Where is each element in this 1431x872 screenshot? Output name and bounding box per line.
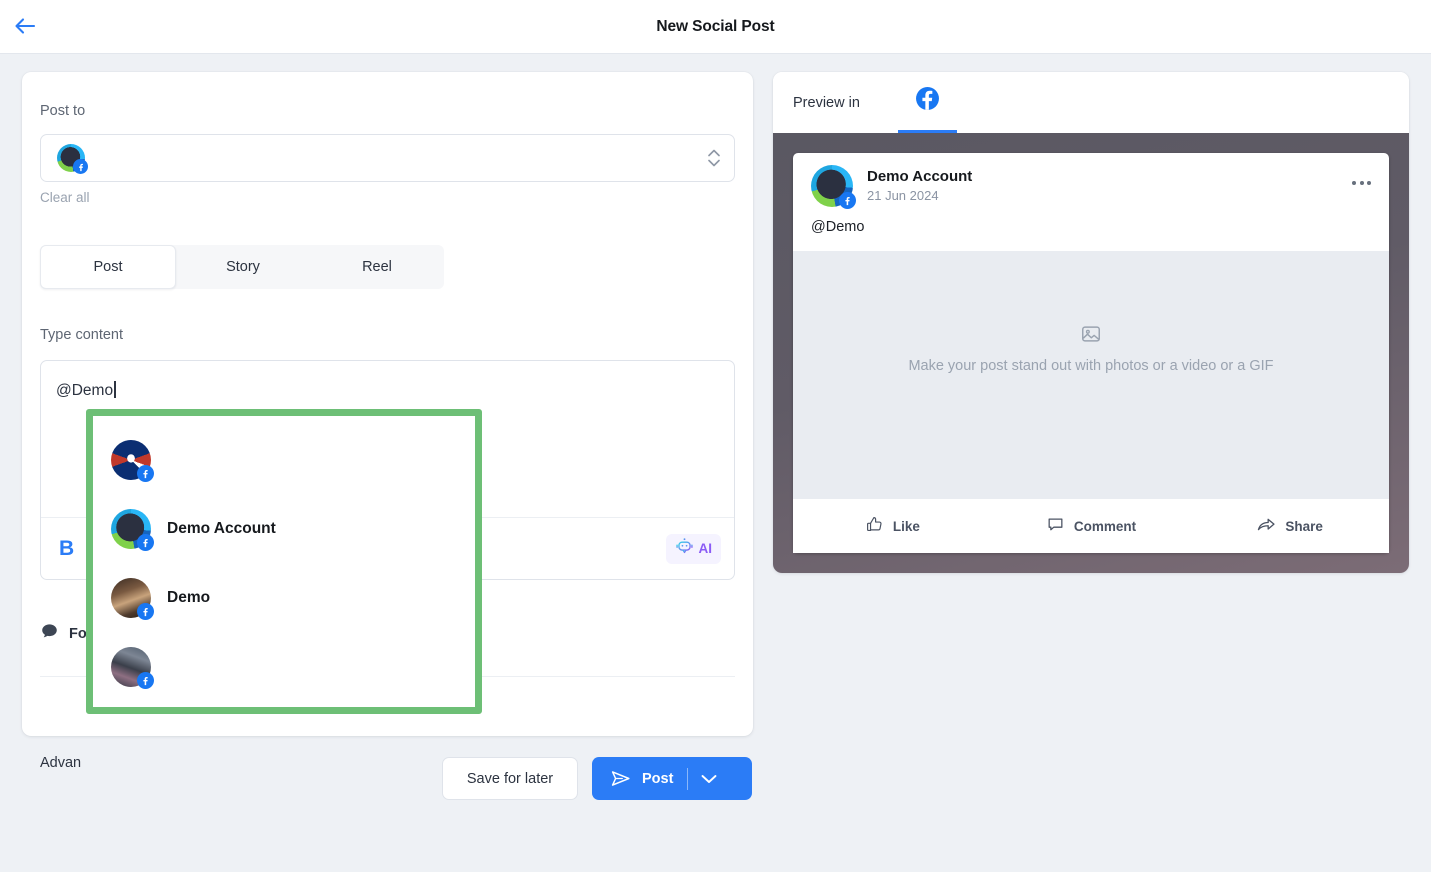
tab-story[interactable]: Story [176,245,310,289]
preview-card: Preview in Demo Account 21 Jun 2024 @Dem… [773,72,1409,573]
avatar [111,508,154,551]
list-item-label: Demo Account [167,519,276,537]
page-title: New Social Post [656,17,775,35]
bold-button[interactable]: B [59,537,74,561]
avatar [111,646,154,689]
share-button-label: Share [1285,518,1323,534]
facebook-badge-icon [839,192,856,209]
arrow-left-icon [14,17,36,38]
page-root: New Social Post Post to Clear all Post S… [0,0,1431,872]
content-editor-text: @Demo [56,381,116,400]
tab-facebook-preview[interactable] [897,72,957,133]
post-to-label: Post to [40,103,86,119]
list-item[interactable] [93,632,475,701]
preview-device-frame: Demo Account 21 Jun 2024 @Demo Make your… [773,133,1409,573]
thumbs-up-icon [865,515,884,537]
like-button[interactable]: Like [793,515,992,537]
post-button-label: Post [642,770,674,787]
preview-in-label: Preview in [793,94,860,111]
post-type-tabs: Post Story Reel [40,245,444,289]
facebook-badge-icon [137,671,154,689]
avatar [111,577,154,620]
chevron-up-down-icon[interactable] [708,149,720,167]
comment-icon [1046,515,1065,537]
post-media-hint: Make your post stand out with photos or … [908,358,1274,374]
clear-all-button[interactable]: Clear all [40,190,90,205]
facebook-badge-icon [73,159,88,174]
share-button[interactable]: Share [1190,515,1389,538]
chevron-down-icon[interactable] [701,774,717,784]
save-for-later-button[interactable]: Save for later [442,757,578,800]
post-author-name: Demo Account [867,168,973,185]
post-date: 21 Jun 2024 [867,188,939,203]
share-icon [1256,515,1276,538]
facebook-badge-icon [137,602,154,620]
post-author-meta: Demo Account 21 Jun 2024 [867,167,972,205]
tab-post[interactable]: Post [40,245,176,289]
facebook-icon [915,86,940,116]
ai-assist-label: AI [698,541,713,556]
ai-assist-button[interactable]: AI [665,533,721,564]
image-icon [1080,323,1102,350]
post-header: Demo Account 21 Jun 2024 [793,153,1389,219]
tab-reel[interactable]: Reel [310,245,444,289]
mention-list: Demo Account Demo [93,416,475,707]
send-icon [609,768,632,789]
post-to-select[interactable] [40,134,735,182]
back-button[interactable] [10,12,40,42]
text-caret [114,381,116,398]
avatar [811,165,856,209]
advanced-settings-row[interactable]: Advan [40,755,81,771]
post-media-placeholder[interactable]: Make your post stand out with photos or … [793,251,1389,499]
first-comment-label: Fo [69,626,87,642]
content-editor-value: @Demo [56,382,114,399]
ellipsis-icon[interactable] [1352,181,1371,185]
app-header: New Social Post [0,0,1431,54]
preview-tabbar: Preview in [773,72,1409,133]
list-item-label: Demo [167,588,211,606]
type-content-label: Type content [40,327,124,343]
avatar [111,439,154,482]
selected-account-avatar [57,144,88,174]
list-item[interactable]: Demo [93,563,475,632]
like-button-label: Like [892,518,920,534]
list-item[interactable]: Demo Account [93,494,475,563]
facebook-post-preview: Demo Account 21 Jun 2024 @Demo Make your… [793,153,1389,553]
comment-button-label: Comment [1073,518,1137,534]
comment-button[interactable]: Comment [992,515,1191,537]
post-body-text: @Demo [811,219,865,235]
facebook-badge-icon [137,533,154,551]
mention-suggestions-dropdown: Demo Account Demo [86,409,482,714]
post-button[interactable]: Post [592,757,752,800]
avatar [57,144,88,174]
facebook-badge-icon [137,464,154,482]
robot-icon [675,537,694,561]
chat-bubble-icon [40,622,59,646]
post-button-separator [687,767,689,790]
post-actions: Like Comment Share [793,499,1389,553]
list-item[interactable] [93,425,475,494]
